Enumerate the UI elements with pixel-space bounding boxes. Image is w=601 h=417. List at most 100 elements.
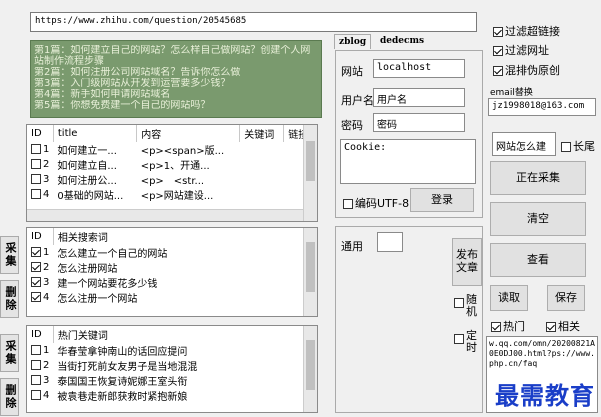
tab-zblog[interactable]: zblog <box>334 34 372 49</box>
tail-checkbox[interactable]: 长尾 <box>561 138 595 154</box>
hot-column-header[interactable]: 热门关键词 <box>53 326 317 343</box>
clear-button[interactable]: 清空 <box>490 202 586 236</box>
hot-vertical-scrollbar[interactable] <box>303 326 317 412</box>
table-row[interactable]: 3 如何注册公... <p> <str... <box>27 172 317 187</box>
row-keyword: 怎么注册网站 <box>57 264 118 275</box>
row-keyword: 泰国国王恢复诗妮娜王室头衔 <box>57 377 188 388</box>
username-input[interactable]: 用户名 <box>373 88 465 107</box>
collect-tab-1[interactable]: 采集 <box>0 236 19 274</box>
table-row[interactable]: 1 如何建立一... <p><span>版... <box>27 142 317 157</box>
publish-button[interactable]: 发布文章 <box>452 238 482 286</box>
login-button[interactable]: 登录 <box>410 188 474 212</box>
row-checkbox[interactable] <box>31 375 41 385</box>
collect-tab-2[interactable]: 采集 <box>0 334 19 372</box>
collecting-button[interactable]: 正在采集 <box>490 161 586 195</box>
row-title: 如何注册公... <box>57 176 117 187</box>
article-column-header[interactable]: ID <box>27 125 54 142</box>
view-button[interactable]: 查看 <box>490 243 586 277</box>
filter-links-checkbox[interactable]: 过滤超链接 <box>493 23 560 39</box>
row-checkbox[interactable] <box>31 390 41 400</box>
row-id: 1 <box>43 247 50 258</box>
row-id: 4 <box>43 189 50 200</box>
hot-checkbox[interactable]: 热门 <box>491 318 525 334</box>
timing-checkbox[interactable]: 定时 <box>454 330 484 354</box>
table-row[interactable]: 2 如何建立自... <p>1、开通... <box>27 157 317 172</box>
timing-checkbox-box[interactable] <box>454 334 464 344</box>
summary-line: 第1篇：如何建立自己的网站？怎么样自己做网站？创建个人网站制作流程步骤 <box>34 45 311 67</box>
summary-line: 第3篇：入门级网站从开发到运营要多少钱？ <box>34 78 231 89</box>
mix-original-checkbox[interactable]: 混排伪原创 <box>493 62 560 78</box>
hot-checkbox-box[interactable] <box>491 322 501 332</box>
url-input[interactable]: https://www.zhihu.com/question/20545685 <box>30 12 477 32</box>
list-item[interactable]: 3 泰国国王恢复诗妮娜王室头衔 <box>27 373 317 388</box>
list-item[interactable]: 3 建一个网站要花多少钱 <box>27 275 317 290</box>
general-label: 通用 <box>341 240 363 253</box>
utf8-checkbox[interactable]: 编码UTF-8 <box>343 195 409 211</box>
search-keyword-input[interactable]: 网站怎么建 <box>492 132 556 156</box>
tail-checkbox-box[interactable] <box>561 142 571 152</box>
delete-tab-2[interactable]: 删除 <box>0 378 19 416</box>
row-keyword: 怎么建立一个自己的网站 <box>57 249 168 260</box>
password-label: 密码 <box>341 119 363 132</box>
row-id: 1 <box>43 345 50 356</box>
list-item[interactable]: 2 当街打死前女友男子是当地混混 <box>27 358 317 373</box>
article-column-header[interactable]: title <box>53 125 138 142</box>
related-column-header[interactable]: ID <box>27 228 54 245</box>
hot-column-header[interactable]: ID <box>27 326 54 343</box>
summary-line: 第5篇：你想免费建一个自己的网站吗？ <box>34 100 211 111</box>
mix-original-checkbox-box[interactable] <box>493 66 503 76</box>
list-item[interactable]: 4 被袁巷走新郎获救时紧抱新娘 <box>27 388 317 403</box>
row-checkbox[interactable] <box>31 345 41 355</box>
row-checkbox[interactable] <box>31 360 41 370</box>
related-checkbox-box[interactable] <box>546 322 556 332</box>
row-checkbox[interactable] <box>31 174 41 184</box>
hot-keywords-table[interactable]: ID 热门关键词 1 华春莹拿钟南山的话回应提问 2 当街打死前女友男子是当地混混 3 泰国… <box>26 325 318 413</box>
utf8-checkbox-box[interactable] <box>343 199 353 209</box>
row-checkbox[interactable] <box>31 144 41 154</box>
row-checkbox[interactable] <box>31 292 41 302</box>
read-button[interactable]: 读取 <box>490 285 528 311</box>
filter-url-checkbox[interactable]: 过滤网址 <box>493 42 549 58</box>
article-column-header[interactable]: 内容 <box>136 125 241 142</box>
row-checkbox[interactable] <box>31 277 41 287</box>
cookie-textarea[interactable]: Cookie: <box>340 139 476 184</box>
related-column-header[interactable]: 相关搜索词 <box>53 228 317 245</box>
related-checkbox[interactable]: 相关 <box>546 318 580 334</box>
row-content: <p>1、开通... <box>140 161 210 172</box>
article-vertical-scrollbar[interactable] <box>303 125 317 221</box>
row-id: 3 <box>43 375 50 386</box>
row-checkbox[interactable] <box>31 159 41 169</box>
password-input[interactable]: 密码 <box>373 113 465 132</box>
related-vertical-scrollbar[interactable] <box>303 228 317 316</box>
row-id: 3 <box>43 277 50 288</box>
article-table[interactable]: ID title 内容 关键词 链接 1 如何建立一... <p><span>版... 2 如何… <box>26 124 318 222</box>
random-label: 随机 <box>466 293 477 318</box>
table-row[interactable]: 4 0基础的网站... <p>网站建设... <box>27 187 317 202</box>
filter-links-checkbox-box[interactable] <box>493 27 503 37</box>
list-item[interactable]: 1 怎么建立一个自己的网站 <box>27 245 317 260</box>
article-column-header[interactable]: 关键词 <box>239 125 285 142</box>
row-id: 1 <box>43 144 50 155</box>
list-item[interactable]: 4 怎么注册一个网站 <box>27 290 317 305</box>
site-input[interactable]: localhost <box>373 59 465 78</box>
email-input[interactable]: jz1998018@163.com <box>488 98 596 116</box>
list-item[interactable]: 2 怎么注册网站 <box>27 260 317 275</box>
row-checkbox[interactable] <box>31 262 41 272</box>
filter-url-checkbox-box[interactable] <box>493 46 503 56</box>
general-input[interactable] <box>377 232 403 252</box>
row-checkbox[interactable] <box>31 247 41 257</box>
hot-label: 热门 <box>503 320 525 333</box>
list-item[interactable]: 1 华春莹拿钟南山的话回应提问 <box>27 343 317 358</box>
random-checkbox[interactable]: 随机 <box>454 294 484 318</box>
related-keywords-table[interactable]: ID 相关搜索词 1 怎么建立一个自己的网站 2 怎么注册网站 3 建一个网站要花多少钱 4 怎… <box>26 227 318 317</box>
row-id: 2 <box>43 159 50 170</box>
timing-label: 定时 <box>466 329 477 354</box>
delete-tab-1[interactable]: 删除 <box>0 280 19 318</box>
utf8-label: 编码UTF-8 <box>355 197 410 210</box>
row-keyword: 当街打死前女友男子是当地混混 <box>57 362 198 373</box>
tab-dedecms[interactable]: dedecms <box>376 34 428 49</box>
row-checkbox[interactable] <box>31 189 41 199</box>
save-button[interactable]: 保存 <box>547 285 585 311</box>
random-checkbox-box[interactable] <box>454 298 464 308</box>
article-horizontal-scrollbar[interactable] <box>27 209 303 221</box>
